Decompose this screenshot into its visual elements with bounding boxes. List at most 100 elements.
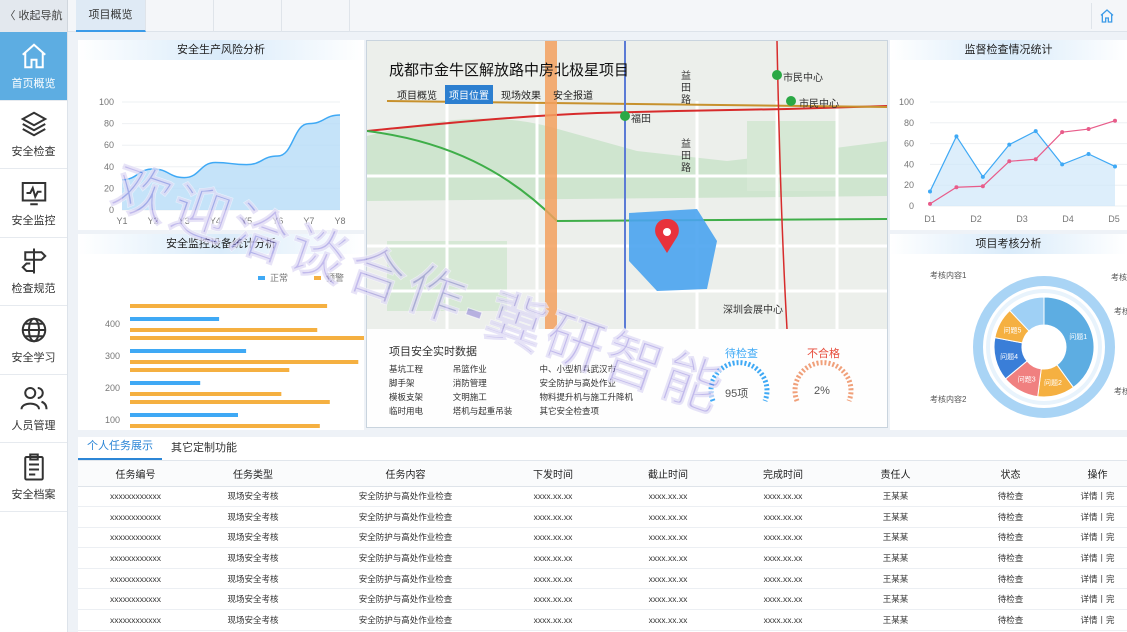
sidebar-item-label: 安全监控 xyxy=(11,214,56,227)
table-cell: xxxx.xx.xx xyxy=(608,547,728,569)
x-tick-label: Y6 xyxy=(272,216,283,226)
table-row[interactable]: xxxxxxxxxxxx 现场安全考核 安全防护与高处作业检查 xxxx.xx.xx x… xyxy=(78,588,1127,611)
users-icon xyxy=(20,387,47,410)
row-actions[interactable]: 详情丨完 xyxy=(1068,506,1127,528)
table-cell: xxxx.xx.xx xyxy=(498,568,608,590)
table-cell: 待检查 xyxy=(953,609,1068,631)
table-cell: 王某某 xyxy=(838,547,953,569)
y-tick-label: 40 xyxy=(904,159,914,169)
table-cell: 王某某 xyxy=(838,527,953,549)
x-tick-label: Y2 xyxy=(148,216,159,226)
map-tab-report[interactable]: 安全报道 xyxy=(549,85,597,104)
fail-value: 2% xyxy=(814,385,830,397)
row-actions[interactable]: 详情丨完 xyxy=(1068,588,1127,611)
tab-empty-2[interactable] xyxy=(214,0,282,32)
clipboard-icon xyxy=(23,453,44,481)
table-row[interactable]: xxxxxxxxxxxx 现场安全考核 安全防护与高处作业检查 xxxx.xx.xx x… xyxy=(78,506,1127,528)
table-cell: xxxx.xx.xx xyxy=(728,486,838,508)
panel-title: 监督检查情况统计 xyxy=(890,40,1127,60)
realtime-data-panel: 项目安全实时数据 基坑工程 吊篮作业 中、小型机具武汉市 脚手架 消防管理 安全防护与高处… xyxy=(367,329,887,427)
y-tick-label: 0 xyxy=(109,205,114,215)
y-tick-label: 100 xyxy=(99,97,114,107)
column-header: 完成时间 xyxy=(728,461,838,487)
y-tick-label: 80 xyxy=(904,118,914,128)
project-map[interactable]: 成都市金牛区解放路中房北极星项目 项目概览 项目位置 现场效果 安全报道 市民中… xyxy=(366,40,888,428)
home-button[interactable] xyxy=(1091,3,1121,29)
x-tick-label: D2 xyxy=(970,214,982,224)
table-cell: 待检查 xyxy=(953,547,1068,569)
column-header: 截止时间 xyxy=(608,461,728,487)
tab-empty-3[interactable] xyxy=(282,0,350,32)
bar-normal xyxy=(130,317,220,321)
x-tick-label: Y5 xyxy=(241,216,252,226)
data-point xyxy=(1113,164,1117,169)
row-actions[interactable]: 详情丨完 xyxy=(1068,527,1127,549)
pending-value: 95项 xyxy=(725,388,749,400)
slice-label: 问题5 xyxy=(1003,327,1021,335)
legend-swatch xyxy=(314,276,321,280)
y-tick-label: 40 xyxy=(104,162,114,172)
column-header: 任务编号 xyxy=(78,461,193,487)
table-cell: 安全防护与高处作业检查 xyxy=(313,506,498,528)
table-header-row: 任务编号 任务类型 任务内容 下发时间 截止时间 完成时间 责任人 状态 操作 xyxy=(78,461,1127,487)
table-cell: xxxx.xx.xx xyxy=(498,486,608,508)
table-cell: xxxxxxxxxxxx xyxy=(78,506,193,528)
table-row[interactable]: xxxxxxxxxxxx 现场安全考核 安全防护与高处作业检查 xxxx.xx.xx x… xyxy=(78,486,1127,508)
table-cell: 王某某 xyxy=(838,568,953,590)
monitor-icon xyxy=(21,181,46,205)
y-tick-label: 100 xyxy=(105,415,120,425)
x-tick-label: Y1 xyxy=(116,216,127,226)
table-row[interactable]: xxxxxxxxxxxx 现场安全考核 安全防护与高处作业检查 xxxx.xx.xx x… xyxy=(78,609,1127,631)
row-actions[interactable]: 详情丨完 xyxy=(1068,547,1127,569)
table-cell: xxxx.xx.xx xyxy=(608,609,728,631)
tab-other-features[interactable]: 其它定制功能 xyxy=(162,439,246,460)
tab-project-overview[interactable]: 项目概览 xyxy=(76,0,146,32)
table-cell: 待检查 xyxy=(953,568,1068,590)
table-tabs: 个人任务展示 其它定制功能 xyxy=(78,437,1127,461)
assessment-panel: 项目考核分析 问题1 问题2 问题3 问题4 问题5 考核内容1 考核 考核 考核 考核内容2 xyxy=(890,234,1127,430)
column-header: 责任人 xyxy=(838,461,953,487)
row-actions[interactable]: 详情丨完 xyxy=(1068,568,1127,590)
task-table-area: 个人任务展示 其它定制功能 任务编号 任务类型 任务内容 下发时间 截止时间 完成时间 责任… xyxy=(78,437,1127,632)
data-point xyxy=(954,185,959,190)
table-cell: 现场安全考核 xyxy=(193,527,313,549)
table-cell: xxxx.xx.xx xyxy=(608,527,728,549)
task-table: 任务编号 任务类型 任务内容 下发时间 截止时间 完成时间 责任人 状态 操作 xxxxxxxx… xyxy=(78,461,1127,631)
map-tab-effect[interactable]: 现场效果 xyxy=(497,85,545,104)
row-actions[interactable]: 详情丨完 xyxy=(1068,486,1127,508)
row-actions[interactable]: 详情丨完 xyxy=(1068,609,1127,631)
tab-empty-1[interactable] xyxy=(146,0,214,32)
collapse-nav-button[interactable]: 〈 收起导航 xyxy=(0,0,68,32)
series-area xyxy=(930,131,1115,206)
sidebar-item-safety-check[interactable]: 安全检查 xyxy=(0,101,67,169)
table-cell: 现场安全考核 xyxy=(193,609,313,631)
sidebar-item-personnel[interactable]: 人员管理 xyxy=(0,375,67,443)
sidebar-item-safety-study[interactable]: 安全学习 xyxy=(0,306,67,375)
sidebar-item-inspection-spec[interactable]: 检查规范 xyxy=(0,238,67,306)
risk-area-chart: 0 20 40 60 80 100 Y1 Y2 Y3 Y4 Y5 Y6 Y7 Y8 xyxy=(99,97,346,226)
map-label-center: 深圳会展中心 xyxy=(723,305,783,316)
slice-label: 问题4 xyxy=(1000,353,1018,361)
sidebar-item-safety-archive[interactable]: 安全档案 xyxy=(0,443,67,512)
sidebar-item-safety-monitor[interactable]: 安全监控 xyxy=(0,169,67,238)
map-tab-location[interactable]: 项目位置 xyxy=(445,85,493,104)
bar-warning xyxy=(130,336,364,340)
table-row[interactable]: xxxxxxxxxxxx 现场安全考核 安全防护与高处作业检查 xxxx.xx.xx x… xyxy=(78,527,1127,549)
table-row[interactable]: xxxxxxxxxxxx 现场安全考核 安全防护与高处作业检查 xxxx.xx.xx x… xyxy=(78,568,1127,590)
sidebar-item-home[interactable]: 首页概览 xyxy=(0,32,67,101)
legend-swatch xyxy=(258,276,265,280)
sidebar-item-label: 安全档案 xyxy=(11,488,56,501)
data-point xyxy=(1033,129,1038,134)
table-cell: 待检查 xyxy=(953,486,1068,508)
table-row[interactable]: xxxxxxxxxxxx 现场安全考核 安全防护与高处作业检查 xxxx.xx.xx x… xyxy=(78,547,1127,569)
slice-label: 问题2 xyxy=(1044,379,1062,387)
legend-label: 正常 xyxy=(270,272,288,283)
panel-title: 安全生产风险分析 xyxy=(78,40,364,60)
tab-personal-tasks[interactable]: 个人任务展示 xyxy=(78,437,162,460)
table-cell: 安全防护与高处作业检查 xyxy=(313,547,498,569)
outer-label: 考核 xyxy=(1111,272,1127,282)
bar-warning xyxy=(130,424,320,428)
map-tab-overview[interactable]: 项目概览 xyxy=(393,85,441,104)
column-header: 下发时间 xyxy=(498,461,608,487)
column-header: 状态 xyxy=(953,461,1068,487)
